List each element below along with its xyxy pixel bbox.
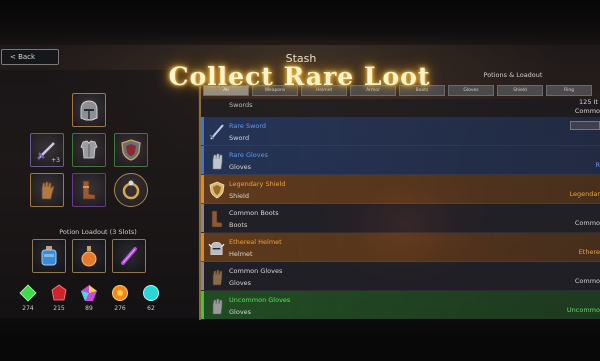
rainbow-gem-icon <box>81 285 97 301</box>
scroll-icon <box>121 247 137 265</box>
weapon-count: +3 <box>51 157 60 164</box>
item-type: Gloves <box>229 163 252 171</box>
bottom-shade <box>0 318 600 361</box>
loadout-title: Potions & Loadout <box>483 71 543 79</box>
helmet-icon <box>80 100 98 121</box>
currency-green: 274 <box>17 284 39 312</box>
currency-red: 215 <box>48 284 70 312</box>
item-rarity: Ethere <box>578 248 600 256</box>
potion-slot-1[interactable] <box>32 239 66 273</box>
top-shade <box>0 0 600 45</box>
list-item[interactable]: Common Gloves Gloves Commo <box>201 262 600 291</box>
partial-item-type: Swords <box>229 101 253 109</box>
list-item[interactable]: Legendary Shield Shield Legendar <box>201 175 600 204</box>
currency-amount: 276 <box>114 305 126 312</box>
boots-icon <box>82 180 96 200</box>
currency-rainbow: 89 <box>78 284 100 312</box>
rarity-bar <box>201 291 204 319</box>
partial-item-quantity: 125 It <box>579 98 598 106</box>
currency-amount: 89 <box>85 305 93 312</box>
item-type: Helmet <box>229 250 253 258</box>
item-name: Rare Sword <box>229 122 267 130</box>
potion-slot-2[interactable] <box>72 239 106 273</box>
item-rarity: R <box>595 161 600 169</box>
item-rarity: Legendar <box>569 190 600 198</box>
item-type: Gloves <box>229 279 252 287</box>
rarity-bar <box>201 175 204 203</box>
boots-icon <box>208 209 225 228</box>
item-type: Sword <box>229 134 250 142</box>
list-item[interactable]: Ethereal Helmet Helmet Ethere <box>201 233 600 262</box>
item-name: Common Gloves <box>229 267 283 275</box>
gloves-icon <box>208 267 225 286</box>
gloves-icon <box>208 151 225 170</box>
stash-list: Rare Sword Sword Rare Gloves Gloves R Le… <box>201 99 600 319</box>
armor-slot[interactable] <box>72 133 106 167</box>
item-type: Gloves <box>229 308 252 316</box>
orange-potion-icon <box>81 246 97 267</box>
rarity-bar <box>201 262 204 290</box>
item-name: Rare Gloves <box>229 151 269 159</box>
tab-ring[interactable]: Ring <box>546 85 592 96</box>
item-type: Shield <box>229 192 249 200</box>
shield-icon <box>208 180 225 199</box>
item-name: Uncommon Gloves <box>229 296 291 304</box>
helmet-icon <box>208 238 225 257</box>
rarity-bar <box>201 233 204 261</box>
gloves-icon <box>208 296 225 315</box>
currency-amount: 274 <box>22 305 34 312</box>
green-gem-icon <box>19 284 37 302</box>
tab-gloves[interactable]: Gloves <box>448 85 494 96</box>
armor-icon <box>80 140 98 159</box>
potion-loadout-title: Potion Loadout (3 Slots) <box>59 228 137 236</box>
ring-icon <box>122 180 140 200</box>
shield-slot[interactable] <box>114 133 148 167</box>
list-item[interactable]: Common Boots Boots Commo <box>201 204 600 233</box>
rarity-bar <box>201 117 204 145</box>
promo-banner: Collect Rare Loot <box>168 61 431 91</box>
gloves-slot[interactable] <box>30 173 64 207</box>
list-item[interactable]: Uncommon Gloves Gloves Uncommo <box>201 291 600 319</box>
shield-icon <box>121 139 141 161</box>
item-action-button[interactable] <box>570 121 600 130</box>
currency-cyan: 62 <box>140 284 162 312</box>
cyan-gem-icon <box>143 285 159 301</box>
currency-orange: 276 <box>109 284 131 312</box>
weapon-slot[interactable]: +3 <box>30 133 64 167</box>
back-button[interactable]: < Back <box>1 49 59 65</box>
currency-amount: 62 <box>147 305 155 312</box>
sword-icon <box>208 122 225 141</box>
list-item[interactable]: Rare Gloves Gloves R <box>201 146 600 175</box>
red-gem-icon <box>51 284 67 301</box>
currency-amount: 215 <box>53 305 65 312</box>
item-rarity: Commo <box>574 277 600 285</box>
potion-slot-3[interactable] <box>112 239 146 273</box>
item-type: Boots <box>229 221 248 229</box>
boots-slot[interactable] <box>72 173 106 207</box>
ring-slot[interactable] <box>114 173 148 207</box>
blue-potion-icon <box>41 246 57 266</box>
item-rarity: Uncommo <box>566 306 600 314</box>
list-item[interactable]: Rare Sword Sword <box>201 117 600 146</box>
item-name: Common Boots <box>229 209 279 217</box>
item-name: Legendary Shield <box>229 180 286 188</box>
tab-shield[interactable]: Shield <box>497 85 543 96</box>
partial-item-rarity: Commo <box>574 107 600 115</box>
orange-gem-icon <box>112 285 128 301</box>
gloves-icon <box>41 181 55 200</box>
rarity-bar <box>201 146 204 174</box>
helmet-slot[interactable] <box>72 93 106 127</box>
item-name: Ethereal Helmet <box>229 238 282 246</box>
rarity-bar <box>201 204 204 232</box>
item-rarity: Commo <box>574 219 600 227</box>
